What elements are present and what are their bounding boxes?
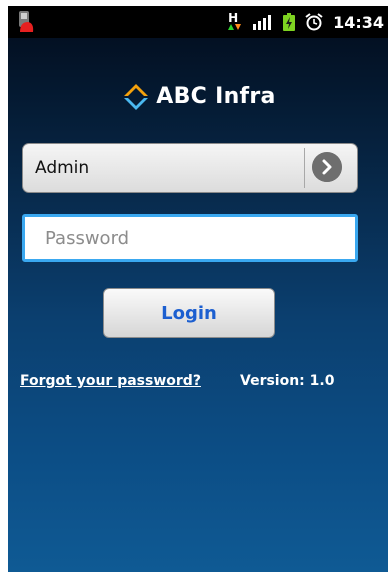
clock: 14:34 [333, 12, 384, 32]
password-field[interactable] [22, 214, 358, 262]
status-icons: H 14:34 [227, 6, 384, 38]
signal-icon [253, 15, 272, 30]
divider [304, 148, 305, 188]
user-select[interactable]: Admin [22, 143, 358, 193]
login-button[interactable]: Login [103, 288, 275, 338]
version-label: Version: 1.0 [240, 373, 335, 389]
forgot-password-link[interactable]: Forgot your password? [20, 373, 201, 389]
status-bar: H 14:34 [8, 6, 388, 38]
brand-logo: ABC Infra [8, 82, 388, 110]
hspa-data-icon: H [227, 11, 243, 33]
user-select-value: Admin [35, 158, 90, 178]
chevron-right-icon[interactable] [312, 152, 342, 182]
brand-name: ABC Infra [156, 83, 276, 109]
alarm-icon [305, 13, 323, 31]
diamond-logo-icon [124, 84, 149, 110]
battery-charging-icon [283, 13, 296, 31]
app-screen: H 14:34 ABC Infra Admin Login Forgot you… [8, 6, 388, 572]
app-notification-icon [19, 11, 34, 32]
